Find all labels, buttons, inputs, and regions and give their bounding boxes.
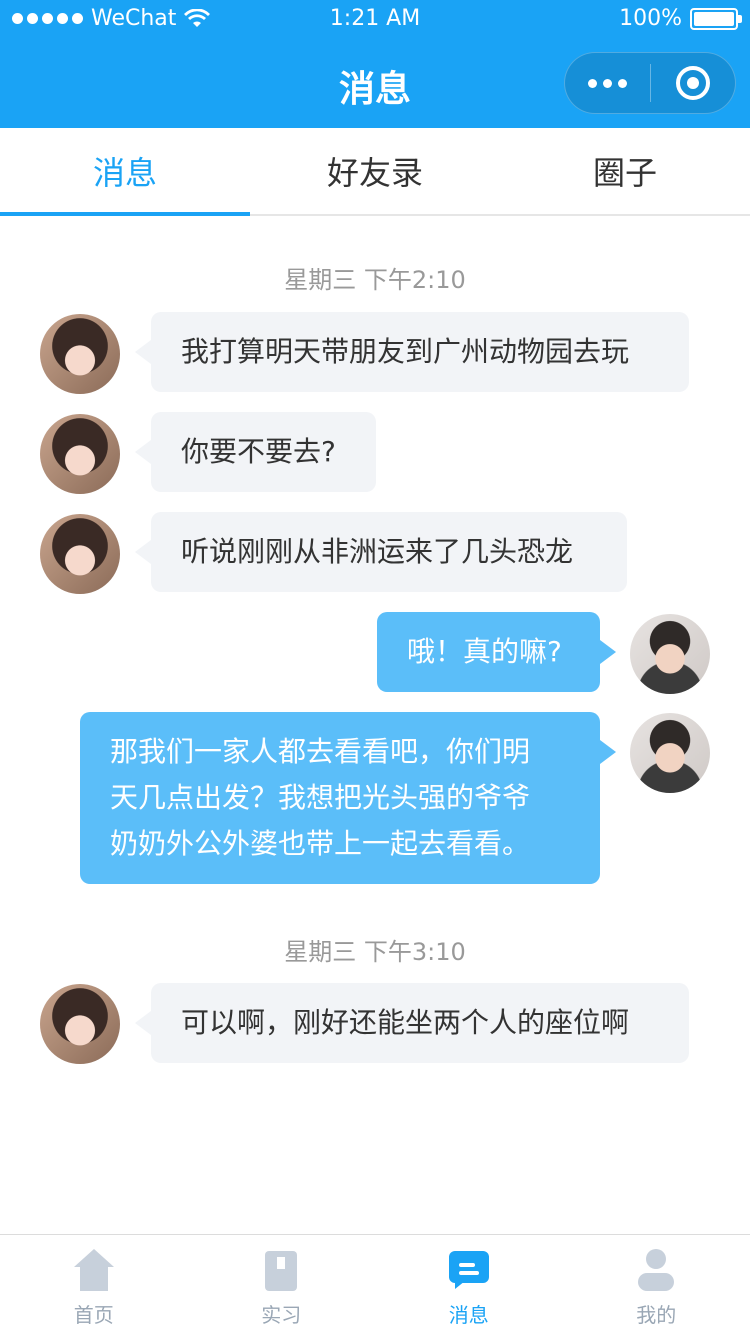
home-icon xyxy=(72,1249,116,1293)
more-button[interactable] xyxy=(565,52,650,114)
top-bar: WeChat 1:21 AM 100% 消息 xyxy=(0,0,750,128)
tabbar-label: 消息 xyxy=(448,1303,489,1327)
avatar[interactable] xyxy=(40,984,120,1064)
status-bar: WeChat 1:21 AM 100% xyxy=(0,0,750,40)
avatar[interactable] xyxy=(630,614,710,694)
message-bubble: 听说刚刚从非洲运来了几头恐龙 xyxy=(135,512,627,592)
tab-contacts[interactable]: 好友录 xyxy=(250,128,500,214)
tab-circles[interactable]: 圈子 xyxy=(500,128,750,214)
message-bubble: 那我们一家人都去看看吧，你们明 天几点出发？我想把光头强的爷爷 奶奶外公外婆也带… xyxy=(80,712,616,884)
timestamp: 星期三 下午2:10 xyxy=(284,266,466,294)
more-dot-icon xyxy=(617,78,627,88)
message-bubble: 可以啊，刚好还能坐两个人的座位啊 xyxy=(135,983,689,1063)
tabbar-item-me[interactable]: 我的 xyxy=(563,1235,750,1334)
battery-icon xyxy=(690,7,742,30)
more-dot-icon xyxy=(602,78,612,88)
tab-bar-top: 消息 好友录 圈子 xyxy=(0,128,750,216)
tabbar-label: 首页 xyxy=(73,1303,114,1327)
tabbar-label: 实习 xyxy=(261,1303,302,1327)
message-bubble: 哦！真的嘛? xyxy=(377,612,616,692)
message-bubble: 你要不要去? xyxy=(135,412,376,492)
avatar[interactable] xyxy=(40,314,120,394)
tabbar-label: 我的 xyxy=(636,1303,677,1327)
miniprogram-capsule xyxy=(564,52,736,114)
tabbar-item-internship[interactable]: 实习 xyxy=(188,1235,376,1334)
status-right: 100% xyxy=(619,6,742,31)
avatar[interactable] xyxy=(40,514,120,594)
tab-messages[interactable]: 消息 xyxy=(0,128,250,216)
bottom-tab-bar: 首页 实习 消息 我的 xyxy=(0,1234,750,1334)
avatar[interactable] xyxy=(630,713,710,793)
message-bubble: 我打算明天带朋友到广州动物园去玩 xyxy=(135,312,689,392)
target-icon xyxy=(675,66,710,100)
chat-area: 星期三 下午2:10 我打算明天带朋友到广州动物园去玩 你要不要去? 听说刚刚从… xyxy=(0,218,750,1234)
close-miniprogram-button[interactable] xyxy=(651,52,736,114)
timestamp: 星期三 下午3:10 xyxy=(284,938,466,966)
user-icon xyxy=(634,1249,678,1293)
avatar[interactable] xyxy=(40,414,120,494)
bookmark-icon xyxy=(259,1249,303,1293)
tabbar-item-messages[interactable]: 消息 xyxy=(375,1235,563,1334)
tabbar-item-home[interactable]: 首页 xyxy=(0,1235,188,1334)
battery-percent: 100% xyxy=(619,6,682,31)
more-dot-icon xyxy=(587,78,597,88)
message-icon xyxy=(447,1249,491,1293)
